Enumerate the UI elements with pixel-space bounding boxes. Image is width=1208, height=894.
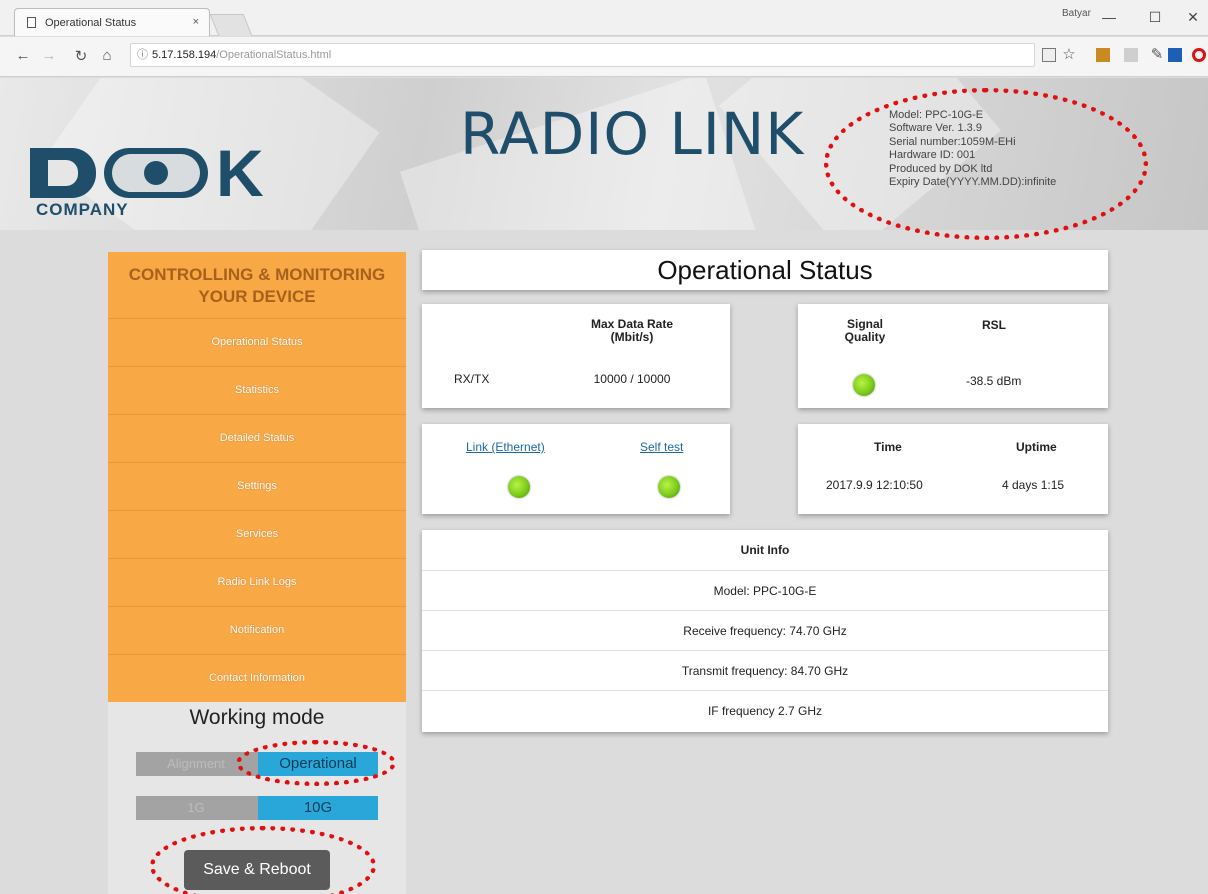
header-line: (Mbit/s)	[610, 330, 654, 344]
page-icon	[27, 17, 36, 28]
sidebar-item-operational-status[interactable]: Operational Status	[108, 318, 406, 366]
link-status-card: Link (Ethernet) Self test	[422, 424, 730, 514]
sidebar-item-settings[interactable]: Settings	[108, 462, 406, 510]
uptime-value: 4 days 1:15	[1002, 478, 1065, 492]
time-header: Time	[874, 440, 902, 454]
logo-company-text: COMPANY	[36, 200, 129, 219]
self-test-led-icon	[658, 476, 680, 498]
opera-icon[interactable]	[1192, 48, 1206, 62]
profile-name[interactable]: Batyar	[1062, 8, 1091, 19]
radio-link-title: RADIO LINK	[460, 100, 805, 168]
sidebar-item-contact-information[interactable]: Contact Information	[108, 654, 406, 702]
new-tab-button[interactable]	[209, 14, 253, 36]
max-data-rate-header: Max Data Rate (Mbit/s)	[562, 318, 702, 344]
sidebar-heading-line: CONTROLLING & MONITORING	[128, 265, 386, 284]
sidebar-item-statistics[interactable]: Statistics	[108, 366, 406, 414]
url-input[interactable]: ⓘ 5.17.158.194/OperationalStatus.html	[130, 43, 1035, 67]
signal-card: Signal Quality RSL -38.5 dBm	[798, 304, 1108, 408]
url-path: /OperationalStatus.html	[216, 49, 332, 61]
unit-info-title: Unit Info	[740, 543, 790, 557]
self-test-link[interactable]: Self test	[640, 440, 683, 454]
back-icon[interactable]: ←	[14, 47, 32, 64]
uptime-header: Uptime	[1016, 440, 1057, 454]
header-line: Quality	[844, 330, 886, 344]
tab-close-icon[interactable]: ×	[193, 16, 199, 28]
logo-d-shape	[30, 148, 96, 198]
translate-icon[interactable]	[1042, 48, 1056, 62]
link-ethernet-link[interactable]: Link (Ethernet)	[466, 440, 545, 454]
info-icon[interactable]: ⓘ	[137, 49, 148, 61]
logo-k-letter: K	[216, 136, 264, 210]
annotation-circle	[236, 740, 396, 786]
browser-tab-bar: Operational Status × Batyar — ☐ ✕	[0, 0, 1208, 36]
working-mode-title: Working mode	[189, 706, 325, 729]
unit-info-if-frequency: IF frequency 2.7 GHz	[422, 690, 1108, 730]
logo-o-shape	[104, 148, 208, 198]
extension-icon[interactable]	[1124, 48, 1138, 62]
extension-icon[interactable]	[1168, 48, 1182, 62]
url-host: 5.17.158.194	[152, 49, 217, 61]
minimize-icon[interactable]: —	[1094, 6, 1124, 28]
signal-quality-header: Signal Quality	[834, 318, 896, 344]
bookmark-star-icon[interactable]: ☆	[1060, 45, 1078, 63]
rate-1g-option[interactable]: 1G	[136, 796, 256, 820]
rxtx-value: 10000 / 10000	[593, 372, 671, 386]
rsl-value: -38.5 dBm	[966, 374, 1022, 388]
sidebar-item-detailed-status[interactable]: Detailed Status	[108, 414, 406, 462]
tab-title: Operational Status	[45, 17, 137, 29]
time-value: 2017.9.9 12:10:50	[826, 478, 923, 492]
rate-toggle[interactable]: 1G 10G	[136, 796, 378, 820]
page-title: Operational Status	[422, 250, 1108, 290]
sidebar-item-radio-link-logs[interactable]: Radio Link Logs	[108, 558, 406, 606]
unit-info-card: Unit Info Model: PPC-10G-E Receive frequ…	[422, 530, 1108, 732]
dok-logo: K COMPANY	[30, 140, 290, 230]
sidebar-item-services[interactable]: Services	[108, 510, 406, 558]
forward-icon[interactable]: →	[40, 47, 58, 64]
reload-icon[interactable]: ↻	[72, 47, 90, 65]
home-icon[interactable]: ⌂	[98, 47, 116, 64]
unit-info-transmit-frequency: Transmit frequency: 84.70 GHz	[422, 650, 1108, 690]
rxtx-label: RX/TX	[454, 372, 490, 386]
time-card: Time Uptime 2017.9.9 12:10:50 4 days 1:1…	[798, 424, 1108, 514]
annotation-circle	[824, 88, 1148, 240]
link-ethernet-led-icon	[508, 476, 530, 498]
close-window-icon[interactable]: ✕	[1178, 6, 1208, 28]
rsl-header: RSL	[982, 318, 1006, 332]
extension-icon[interactable]	[1096, 48, 1110, 62]
sidebar-item-notification[interactable]: Notification	[108, 606, 406, 654]
sidebar: CONTROLLING & MONITORING YOUR DEVICE Ope…	[108, 252, 406, 702]
maximize-icon[interactable]: ☐	[1140, 6, 1170, 28]
sidebar-heading: CONTROLLING & MONITORING YOUR DEVICE	[108, 252, 406, 318]
rate-10g-option[interactable]: 10G	[258, 796, 378, 820]
browser-tab[interactable]: Operational Status ×	[14, 8, 210, 36]
data-rate-card: Max Data Rate (Mbit/s) RX/TX 10000 / 100…	[422, 304, 730, 408]
sidebar-heading-line: YOUR DEVICE	[198, 287, 316, 306]
unit-info-model: Model: PPC-10G-E	[422, 570, 1108, 610]
pen-icon[interactable]: ✎	[1148, 45, 1166, 63]
unit-info-receive-frequency: Receive frequency: 74.70 GHz	[422, 610, 1108, 650]
signal-quality-led-icon	[853, 374, 875, 396]
address-bar: ← → ↻ ⌂ ⓘ 5.17.158.194/OperationalStatus.…	[0, 37, 1208, 77]
